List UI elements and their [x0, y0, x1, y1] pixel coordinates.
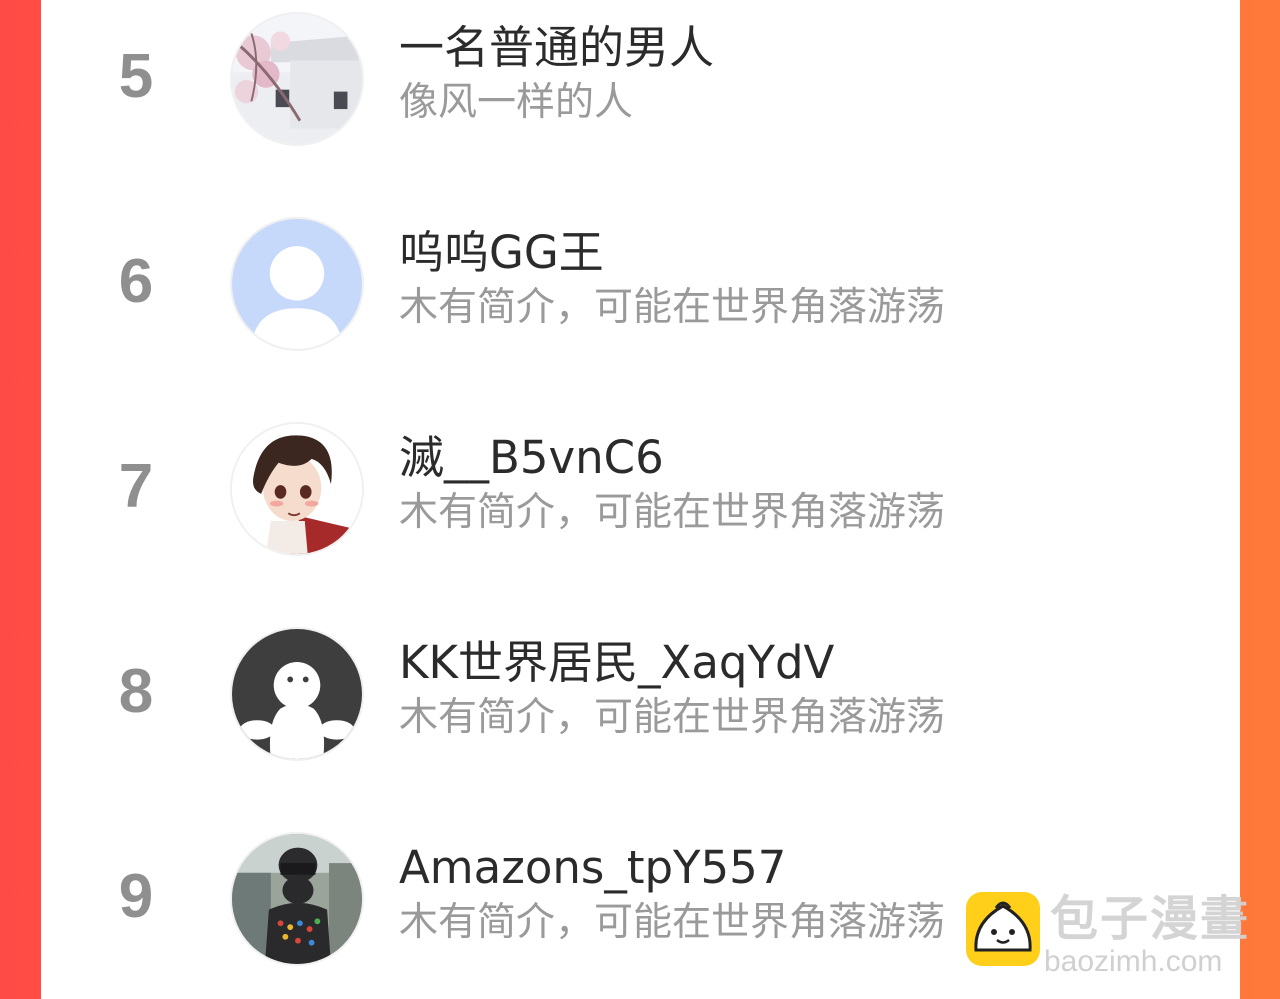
ghost-figure-icon [232, 629, 362, 759]
site-watermark: 包子漫畫 baozimh.com [964, 890, 1264, 990]
avatar[interactable] [230, 217, 364, 351]
soldier-photo-icon [232, 834, 362, 964]
default-user-icon [232, 219, 362, 349]
snow-blossom-photo-icon [232, 14, 362, 144]
user-name[interactable]: KK世界居民_XaqYdV [399, 635, 834, 691]
user-bio: 木有简介，可能在世界角落游荡 [399, 285, 946, 330]
user-name[interactable]: 呜呜GG王 [399, 225, 604, 281]
user-name[interactable]: 滅__B5vnC6 [399, 430, 664, 486]
user-name[interactable]: Amazons_tpY557 [399, 840, 786, 896]
anime-boy-icon [232, 424, 362, 554]
watermark-title: 包子漫畫 [1050, 891, 1251, 947]
rank-number: 5 [118, 42, 154, 111]
rank-number: 7 [118, 452, 154, 521]
user-bio: 木有简介，可能在世界角落游荡 [399, 490, 946, 535]
user-bio: 木有简介，可能在世界角落游荡 [399, 695, 946, 740]
list-item[interactable]: 7 滅__B5vnC6 木有简介，可能在世界角落游荡 [41, 410, 1240, 560]
steamed-bun-icon [966, 892, 1040, 966]
rank-number: 6 [118, 247, 154, 316]
avatar[interactable] [230, 12, 364, 146]
list-item[interactable]: 5 一名普通的男人 像风一样的人 [41, 0, 1240, 150]
avatar[interactable] [230, 627, 364, 761]
avatar[interactable] [230, 422, 364, 556]
user-bio: 像风一样的人 [399, 80, 634, 125]
list-item[interactable]: 6 呜呜GG王 木有简介，可能在世界角落游荡 [41, 205, 1240, 355]
user-name[interactable]: 一名普通的男人 [399, 20, 714, 76]
rank-number: 9 [118, 862, 154, 931]
avatar[interactable] [230, 832, 364, 966]
watermark-url: baozimh.com [1044, 945, 1223, 978]
user-bio: 木有简介，可能在世界角落游荡 [399, 900, 946, 945]
rank-number: 8 [118, 657, 154, 726]
list-item[interactable]: 8 KK世界居民_XaqYdV 木有简介，可能在世界角落游荡 [41, 615, 1240, 765]
ranking-list: 5 一名普通的男人 像风一样的人 6 呜呜GG王 木有简介，可能在世界角落游荡 … [41, 0, 1240, 999]
